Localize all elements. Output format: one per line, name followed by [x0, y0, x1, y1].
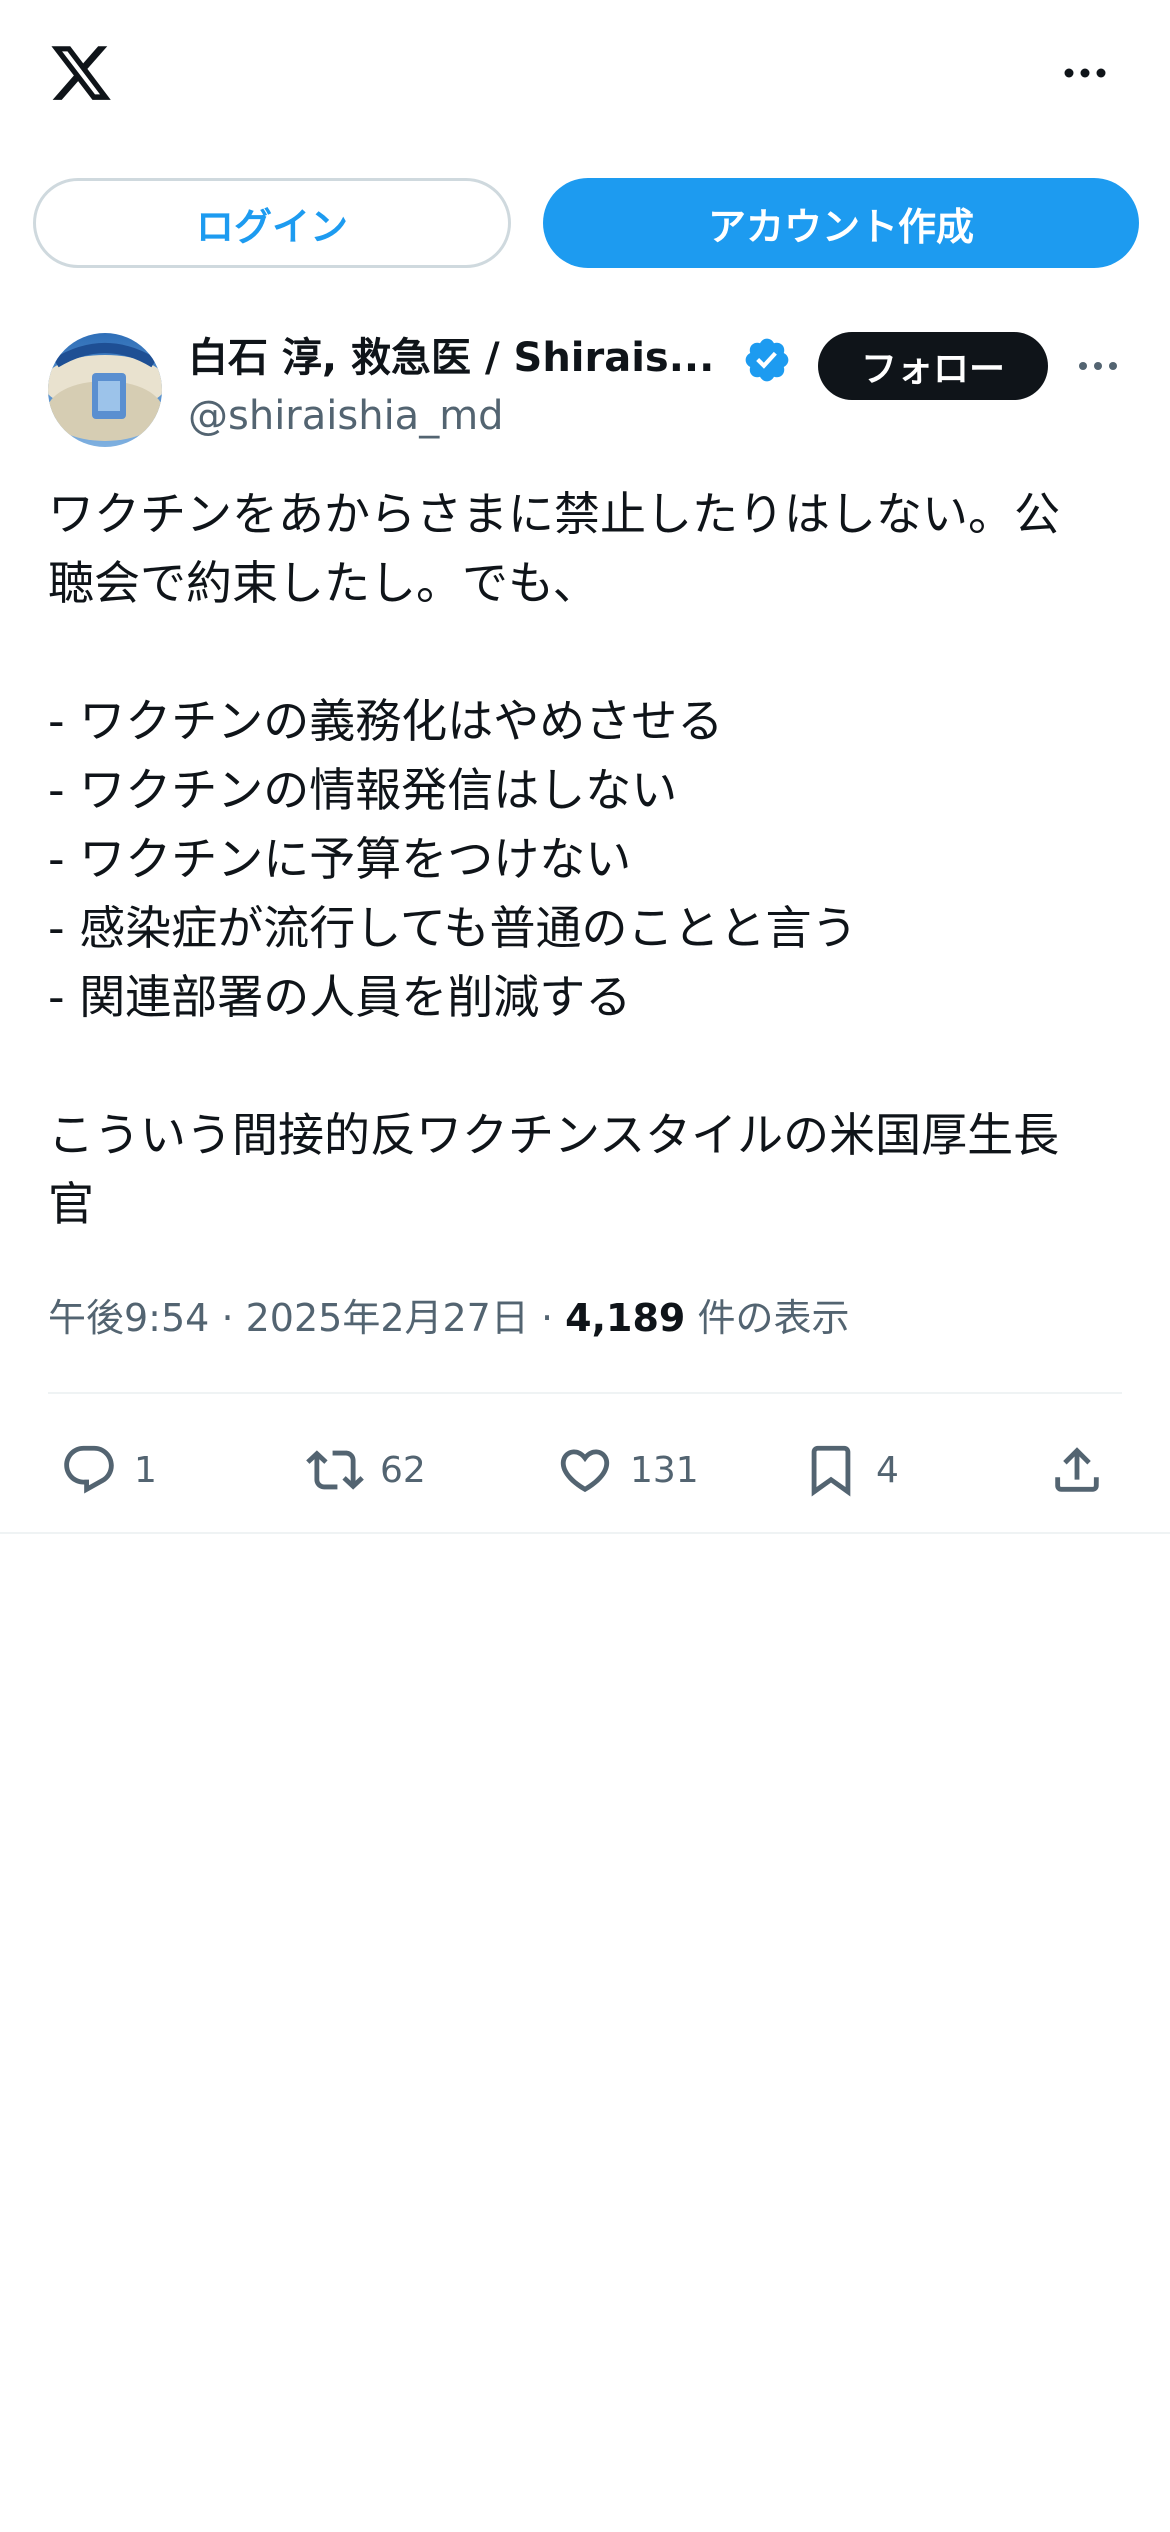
post-time[interactable]: 午後9:54 — [48, 1296, 209, 1340]
meta-separator: · — [540, 1296, 554, 1340]
bookmark-icon — [811, 1445, 851, 1497]
heart-icon — [560, 1449, 610, 1493]
divider — [48, 1392, 1122, 1394]
repost-button[interactable]: 62 — [306, 1430, 426, 1510]
user-handle[interactable]: @shiraishia_md — [188, 388, 504, 444]
share-button[interactable] — [1048, 1430, 1106, 1510]
auth-buttons: ログイン アカウント作成 — [0, 178, 1170, 273]
verified-badge-icon — [745, 338, 789, 382]
action-bar: 1 62 131 4 — [0, 1430, 1170, 1530]
reply-icon — [64, 1445, 114, 1494]
avatar[interactable] — [48, 333, 162, 447]
repost-icon — [306, 1450, 364, 1490]
reply-button[interactable]: 1 — [60, 1430, 157, 1510]
meta-separator: · — [221, 1296, 234, 1340]
like-button[interactable]: 131 — [556, 1430, 699, 1510]
post-date[interactable]: 2025年2月27日 — [246, 1296, 529, 1340]
bookmark-button[interactable]: 4 — [802, 1430, 899, 1510]
avatar-image — [48, 333, 162, 447]
follow-button[interactable]: フォロー — [818, 332, 1048, 400]
login-button[interactable]: ログイン — [33, 178, 511, 268]
reply-count: 1 — [134, 1449, 157, 1491]
post-text: ワクチンをあからさまに禁止したりはしない。公 聴会で約束したし。でも、 - ワク… — [48, 487, 1060, 1231]
post-meta: 午後9:54 · 2025年2月27日 · 4,189 件の表示 — [48, 1290, 849, 1346]
views-count: 4,189 — [565, 1296, 686, 1340]
views-label: 件の表示 — [697, 1296, 850, 1340]
repost-count: 62 — [380, 1449, 426, 1491]
bookmark-count: 4 — [876, 1449, 899, 1491]
display-name[interactable]: 白石 淳, 救急医 / Shirais... — [188, 330, 714, 386]
x-logo-icon[interactable] — [46, 40, 116, 106]
create-account-button[interactable]: アカウント作成 — [543, 178, 1139, 268]
more-horizontal-icon[interactable] — [1060, 58, 1110, 88]
share-icon — [1055, 1447, 1099, 1492]
like-count: 131 — [630, 1449, 699, 1491]
post-more-icon[interactable] — [1076, 354, 1120, 378]
divider — [0, 1532, 1170, 1534]
top-bar — [0, 0, 1170, 150]
